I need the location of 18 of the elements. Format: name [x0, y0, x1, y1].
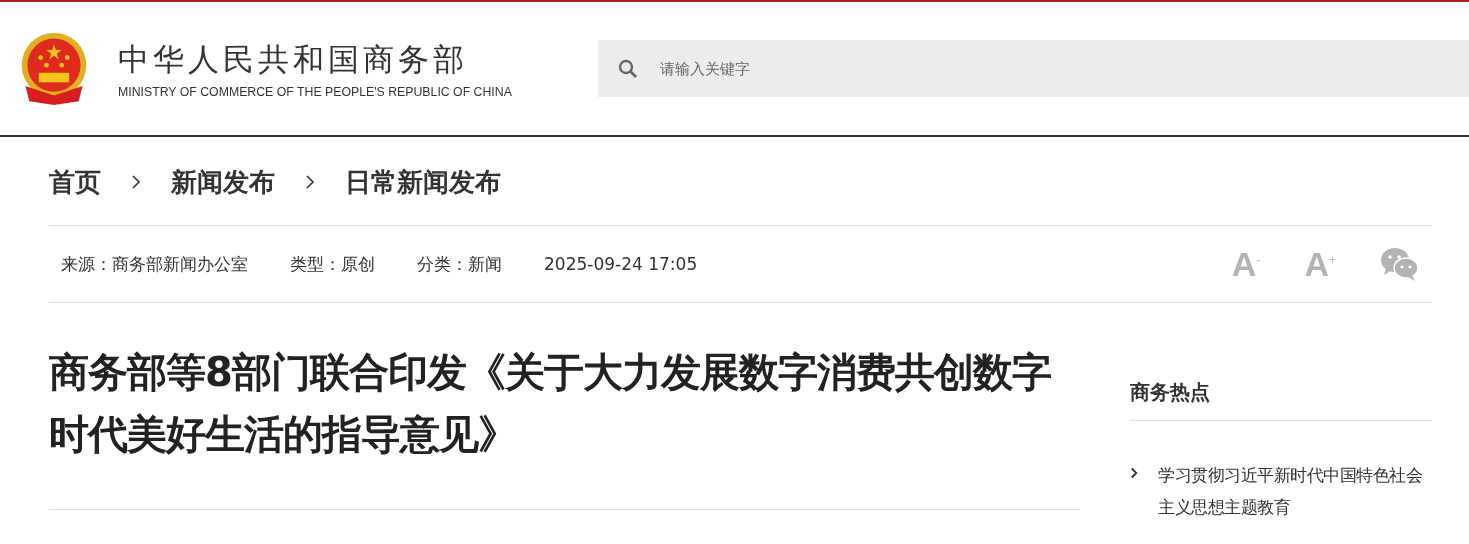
chevron-icon	[305, 174, 315, 190]
meta-text: 来源：商务部新闻办公室	[61, 252, 248, 276]
chevron-icon	[1130, 465, 1139, 481]
search-icon	[618, 59, 638, 79]
site-subtitle: MINISTRY OF COMMERCE OF THE PEOPLE'S REPUBLIC OF CHINA	[118, 84, 513, 99]
search-field[interactable]: 请输入关键字	[598, 40, 1469, 97]
meta-text: 分类：新闻	[417, 252, 502, 276]
sidebar-heading: 商务热点	[1130, 303, 1432, 421]
chevron-icon	[131, 174, 141, 190]
site-title: 中华人民共和国商务部	[118, 39, 469, 79]
meta-text: 2025-09-24 17:05	[544, 254, 698, 274]
chat-bubbles-icon[interactable]	[1380, 246, 1420, 282]
hot-topic-link[interactable]: 学习贯彻习近平新时代中国特色社会主义思想主题教育	[1158, 459, 1432, 523]
meta-text: 类型：原创	[290, 252, 375, 276]
breadcrumb-link[interactable]: 新闻发布	[171, 164, 275, 200]
breadcrumb-link[interactable]: 日常新闻发布	[345, 164, 501, 200]
article-title: 商务部等8部门联合印发《关于大力发展数字消费共创数字时代美好生活的指导意见》	[49, 348, 1052, 459]
breadcrumb-link[interactable]: 首页	[49, 164, 101, 200]
